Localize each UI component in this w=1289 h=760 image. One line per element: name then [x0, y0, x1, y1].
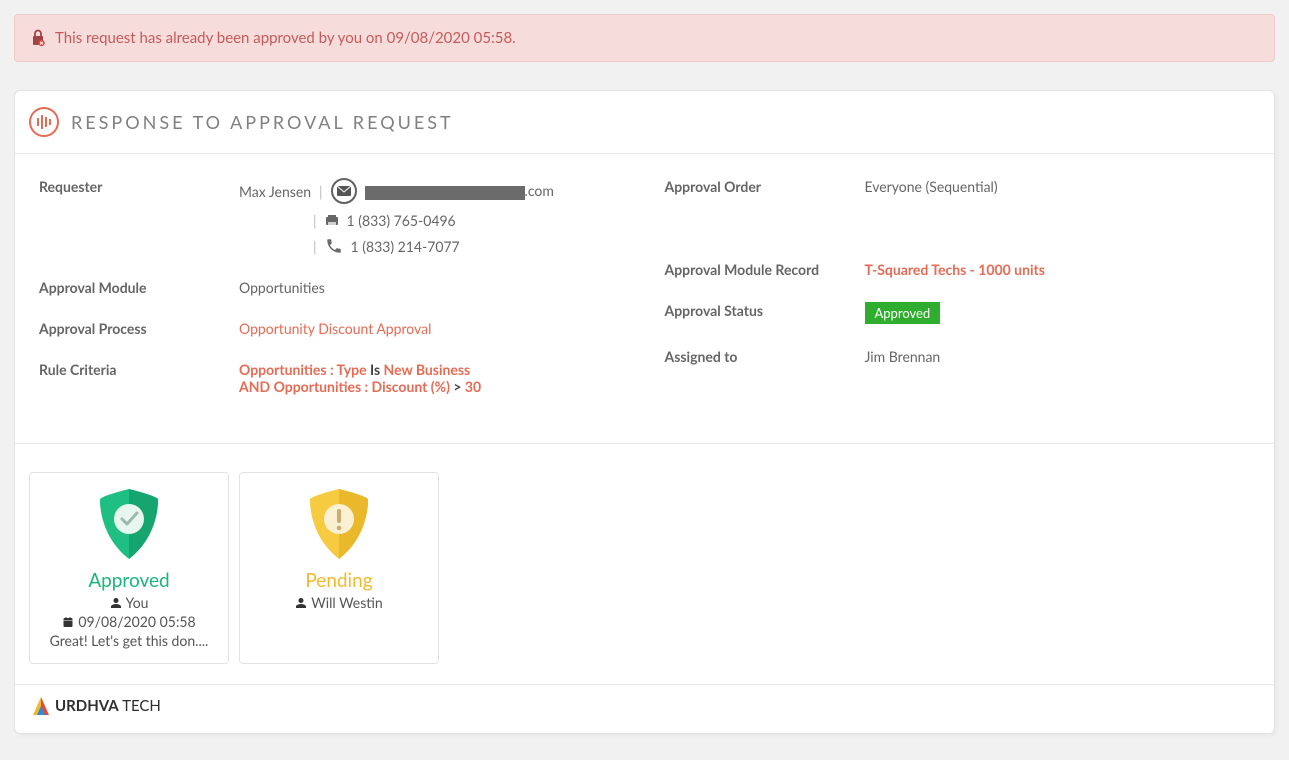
- approval-process-link[interactable]: Opportunity Discount Approval: [239, 320, 431, 337]
- alert-text: This request has already been approved b…: [55, 29, 516, 47]
- assigned-to-value: Jim Brennan: [865, 348, 1251, 365]
- panel-header: RESPONSE TO APPROVAL REQUEST: [15, 91, 1274, 154]
- card-datetime: 09/08/2020 05:58: [78, 613, 195, 630]
- status-badge: Approved: [865, 302, 941, 324]
- main-panel: RESPONSE TO APPROVAL REQUEST Requester M…: [14, 90, 1275, 734]
- fax-icon: [325, 215, 339, 227]
- requester-fax: 1 (833) 765-0496: [347, 212, 456, 229]
- separator: |: [313, 238, 317, 255]
- approver-card: Pending Will Westin: [239, 472, 439, 664]
- shield-warn-icon: [304, 487, 374, 563]
- approver-card: Approved You 09/08/2020 05:58 Great! Let…: [29, 472, 229, 664]
- requester-label: Requester: [39, 178, 239, 255]
- approval-module-value: Opportunities: [239, 279, 625, 296]
- requester-name: Max Jensen: [239, 183, 311, 200]
- approval-status-label: Approval Status: [665, 302, 865, 324]
- assigned-to-label: Assigned to: [665, 348, 865, 365]
- alert-banner: This request has already been approved b…: [14, 14, 1275, 62]
- approval-module-label: Approval Module: [39, 279, 239, 296]
- page-title: RESPONSE TO APPROVAL REQUEST: [71, 111, 454, 133]
- approval-process-label: Approval Process: [39, 320, 239, 337]
- shield-check-icon: [94, 487, 164, 563]
- card-status: Approved: [40, 569, 218, 592]
- approval-order-label: Approval Order: [665, 178, 865, 195]
- person-icon: [295, 597, 307, 609]
- brand-icon: [29, 107, 59, 137]
- card-person: Will Westin: [311, 594, 382, 611]
- person-icon: [110, 597, 122, 609]
- requester-email: .com: [365, 182, 554, 199]
- lock-error-icon: [31, 29, 45, 47]
- urdhva-tech-logo: URDHVA TECH: [33, 697, 161, 715]
- card-status: Pending: [250, 569, 428, 592]
- phone-icon: [325, 237, 343, 255]
- rule-criteria-label: Rule Criteria: [39, 361, 239, 395]
- separator: |: [313, 212, 317, 229]
- approver-cards: Approved You 09/08/2020 05:58 Great! Let…: [15, 443, 1274, 684]
- approval-module-record-link[interactable]: T-Squared Techs - 1000 units: [865, 261, 1045, 278]
- rule-criteria-value: Opportunities : Type Is New Business AND…: [239, 361, 625, 395]
- approval-module-record-label: Approval Module Record: [665, 261, 865, 278]
- email-icon[interactable]: [331, 178, 357, 204]
- card-comment: Great! Let's get this don....: [40, 632, 218, 649]
- card-person: You: [126, 594, 149, 611]
- separator: |: [319, 183, 323, 200]
- requester-phone: 1 (833) 214-7077: [351, 238, 460, 255]
- panel-footer: URDHVA TECH: [15, 684, 1274, 733]
- approval-order-value: Everyone (Sequential): [865, 178, 1251, 195]
- calendar-icon: [62, 616, 74, 628]
- requester-value: Max Jensen | .com: [239, 178, 625, 255]
